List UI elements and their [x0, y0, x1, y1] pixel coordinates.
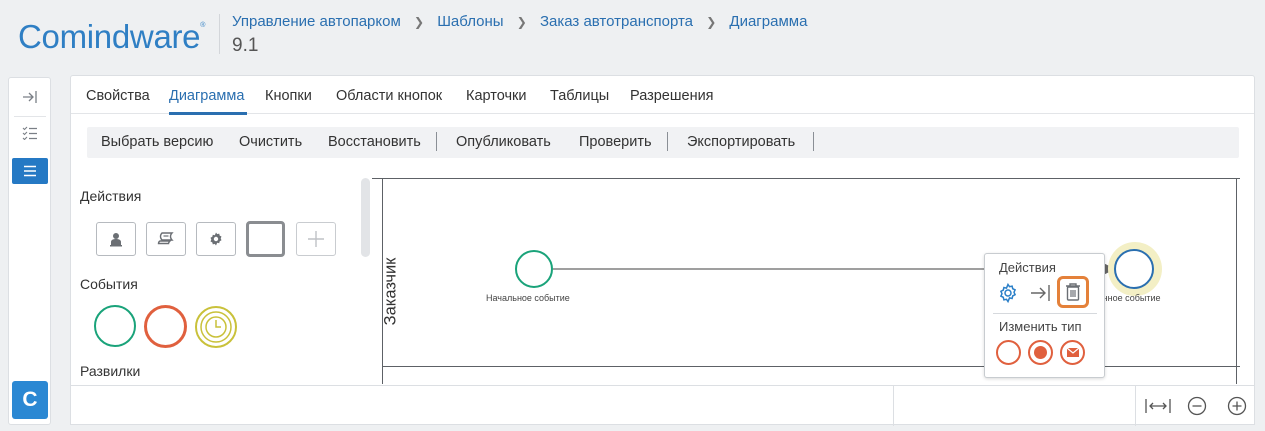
brand-icon[interactable]: C — [12, 381, 48, 419]
add-element-icon[interactable] — [296, 222, 336, 256]
timer-event-icon[interactable] — [195, 306, 237, 348]
breadcrumb-diagram[interactable]: Диаграмма — [729, 13, 807, 30]
palette-gateways-title: Развилки — [80, 363, 141, 379]
toolbar-divider — [667, 132, 668, 151]
popup-divider — [993, 313, 1097, 314]
app-logo[interactable]: Comindware® — [18, 18, 205, 56]
start-event-label: Начальное событие — [486, 293, 570, 303]
select-version-button[interactable]: Выбрать версию — [101, 134, 213, 150]
end-event-icon[interactable] — [144, 305, 187, 348]
sequence-flow[interactable] — [372, 178, 1240, 384]
breadcrumb-templates[interactable]: Шаблоны — [437, 13, 503, 30]
diagram-footer — [70, 385, 1255, 426]
tab-buttons[interactable]: Кнопки — [265, 88, 312, 104]
message-end-event-icon[interactable] — [1060, 340, 1085, 365]
validate-button[interactable]: Проверить — [579, 134, 652, 150]
empty-task-icon[interactable] — [246, 221, 285, 257]
popup-change-type-title: Изменить тип — [999, 319, 1082, 334]
terminate-end-event-icon[interactable] — [1028, 340, 1053, 365]
restore-button[interactable]: Восстановить — [328, 134, 421, 150]
element-context-popup: Действия Изменить тип — [984, 253, 1105, 378]
breadcrumb: Управление автопарком ❯ Шаблоны ❯ Заказ … — [232, 13, 807, 30]
toolbar-divider — [813, 132, 814, 151]
start-event-icon[interactable] — [94, 305, 136, 347]
script-task-icon[interactable] — [146, 222, 186, 256]
palette-actions-title: Действия — [80, 188, 142, 204]
settings-gear-icon[interactable] — [997, 282, 1019, 309]
zoom-in-icon[interactable] — [1225, 394, 1249, 418]
user-task-icon[interactable] — [96, 222, 136, 256]
publish-button[interactable]: Опубликовать — [456, 134, 551, 150]
chevron-right-icon: ❯ — [706, 15, 717, 29]
rail-divider — [14, 116, 46, 117]
popup-actions-title: Действия — [999, 260, 1056, 275]
end-event[interactable] — [1114, 249, 1154, 289]
tab-cards[interactable]: Карточки — [466, 88, 526, 104]
breadcrumb-fleet-management[interactable]: Управление автопарком — [232, 13, 401, 30]
breadcrumb-vehicle-order[interactable]: Заказ автотранспорта — [540, 13, 693, 30]
footer-divider — [1135, 386, 1136, 426]
tab-tables[interactable]: Таблицы — [550, 88, 609, 104]
clear-button[interactable]: Очистить — [239, 134, 302, 150]
diagram-toolbar: Выбрать версию Очистить Восстановить Опу… — [87, 127, 1239, 158]
diagram-canvas[interactable]: Заказчик Начальное событие Конечное собы… — [372, 178, 1240, 384]
list-icon[interactable] — [12, 158, 48, 184]
fit-width-icon[interactable] — [1144, 394, 1172, 418]
start-event[interactable] — [515, 250, 553, 288]
service-task-gear-icon[interactable] — [196, 222, 236, 256]
chevron-right-icon: ❯ — [413, 15, 425, 29]
page-version: 9.1 — [232, 35, 259, 56]
footer-divider — [893, 386, 894, 426]
tab-button-areas[interactable]: Области кнопок — [336, 88, 442, 104]
chevron-right-icon: ❯ — [516, 15, 527, 29]
toolbar-divider — [436, 132, 437, 151]
active-tab-indicator — [169, 112, 247, 115]
delete-trash-icon[interactable] — [1057, 276, 1089, 308]
tab-properties[interactable]: Свойства — [86, 88, 150, 104]
tab-permissions[interactable]: Разрешения — [630, 88, 714, 104]
connect-arrow-icon[interactable] — [1030, 283, 1052, 308]
zoom-out-icon[interactable] — [1185, 394, 1209, 418]
checklist-icon[interactable] — [12, 120, 48, 146]
header-divider — [219, 14, 220, 54]
app-header: Comindware® Управление автопарком ❯ Шабл… — [0, 0, 1265, 72]
end-event-type-icon[interactable] — [996, 340, 1021, 365]
export-button[interactable]: Экспортировать — [687, 134, 795, 150]
tab-diagram[interactable]: Диаграмма — [169, 88, 244, 104]
collapse-right-icon[interactable] — [12, 84, 48, 110]
tab-bar: Свойства Диаграмма Кнопки Области кнопок… — [71, 76, 1254, 115]
palette-scrollbar[interactable] — [361, 178, 370, 257]
left-rail: C — [8, 77, 51, 425]
palette-events-title: События — [80, 276, 138, 292]
